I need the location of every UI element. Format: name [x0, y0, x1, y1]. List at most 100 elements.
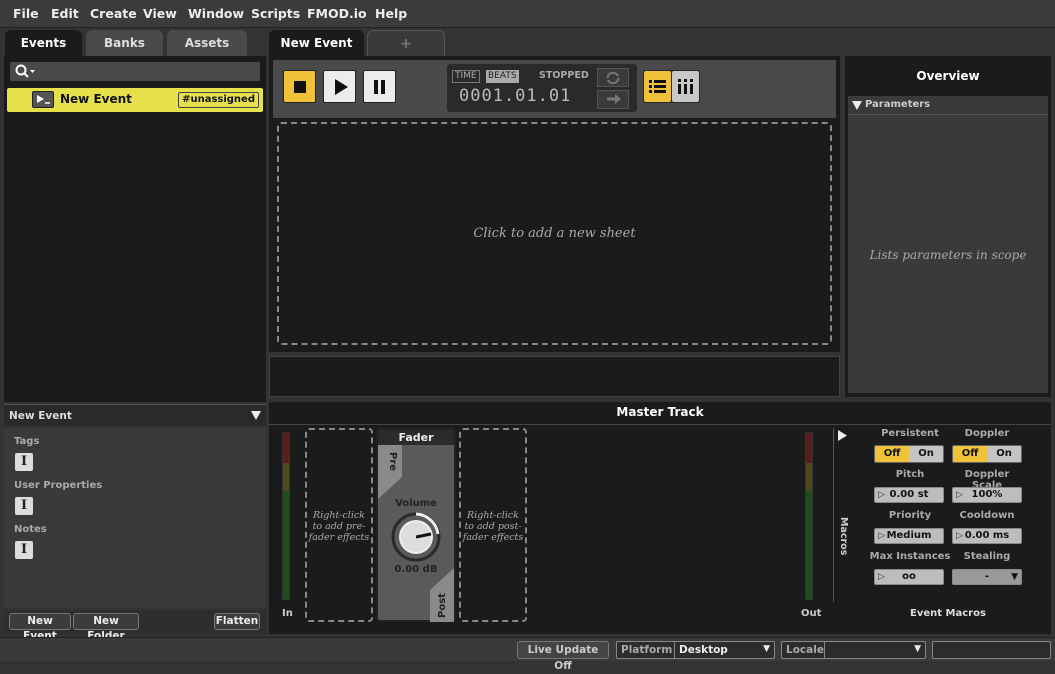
locale-label: Locale: [786, 644, 824, 656]
beats-mode-toggle[interactable]: BEATS: [486, 70, 519, 83]
tags-add-icon[interactable]: I: [15, 453, 33, 471]
menu-window[interactable]: Window: [188, 6, 244, 21]
event-tag-badge[interactable]: #unassigned: [178, 92, 259, 108]
out-label: Out: [801, 608, 822, 619]
pitch-value: 0.00 st: [889, 489, 929, 500]
browser-footer: New Event New Folder Flatten: [4, 610, 266, 642]
loop-icon: [606, 71, 620, 85]
max-instances-value: oo: [902, 571, 916, 582]
pitch-field[interactable]: ▷ 0.00 st: [874, 487, 944, 503]
master-track-title: Master Track: [616, 405, 704, 419]
tab-events[interactable]: Events: [5, 30, 82, 56]
list-view-button[interactable]: [644, 71, 671, 102]
menu-help[interactable]: Help: [375, 6, 407, 21]
properties-header[interactable]: New Event: [4, 404, 266, 426]
user-properties-label: User Properties: [14, 480, 103, 491]
view-toggle-group: [643, 70, 700, 103]
persistent-off[interactable]: Off: [875, 446, 909, 462]
platform-label: Platform: [621, 644, 673, 656]
grid-view-button[interactable]: [672, 71, 699, 102]
priority-field[interactable]: ▷ Medium: [874, 528, 944, 544]
doppler-on[interactable]: On: [987, 446, 1021, 462]
priority-value: Medium: [886, 530, 932, 541]
cooldown-field[interactable]: ▷ 0.00 ms: [952, 528, 1022, 544]
status-message-field: [932, 641, 1051, 659]
divider: [269, 424, 1051, 425]
event-macros-label: Event Macros: [910, 608, 986, 619]
event-editor: TIME BEATS STOPPED 0001.01.01 Click to a…: [269, 56, 840, 352]
transport-bar: TIME BEATS STOPPED 0001.01.01: [273, 60, 836, 118]
loop-button[interactable]: [597, 68, 629, 87]
doppler-toggle[interactable]: Off On: [952, 445, 1022, 463]
sheet-drop-area[interactable]: Click to add a new sheet: [277, 122, 832, 345]
max-instances-field[interactable]: ▷ oo: [874, 569, 944, 585]
menu-edit[interactable]: Edit: [51, 6, 79, 21]
platform-dropdown[interactable]: Platform Desktop ▼: [616, 641, 775, 659]
fader-title: Fader: [398, 431, 434, 444]
in-label: In: [282, 608, 293, 619]
post-fader-effects-slot[interactable]: Right-click to add post-fader effects: [459, 428, 527, 622]
overview-title: Overview: [916, 69, 980, 83]
stop-button[interactable]: [283, 70, 316, 103]
menu-create[interactable]: Create: [90, 6, 137, 21]
doppler-scale-field[interactable]: ▷ 100%: [952, 487, 1022, 503]
new-event-button[interactable]: New Event: [9, 613, 71, 642]
locale-dropdown[interactable]: Locale ▼: [781, 641, 926, 659]
transport-state: STOPPED: [539, 70, 589, 81]
menu-scripts[interactable]: Scripts: [251, 6, 300, 21]
pre-fader-effects-slot[interactable]: Right-click to add pre-fader effects: [305, 428, 373, 622]
stealing-value: -: [984, 571, 990, 582]
divider: [848, 114, 1048, 115]
parameter-strip: [269, 356, 840, 397]
macros-expand-icon[interactable]: [838, 430, 848, 441]
chevron-down-icon: ▼: [1011, 572, 1018, 582]
flatten-button[interactable]: Flatten: [214, 613, 260, 630]
timeline-position[interactable]: 0001.01.01: [459, 86, 571, 106]
new-tab-button[interactable]: +: [367, 30, 445, 56]
properties-panel: Tags I User Properties I Notes I: [4, 428, 266, 608]
follow-playback-button[interactable]: [597, 90, 629, 109]
fader-module[interactable]: Fader Pre Post Volume 0.00 dB: [376, 428, 456, 622]
event-list-item[interactable]: New Event #unassigned: [7, 88, 263, 112]
input-meter: [282, 432, 290, 600]
doppler-scale-value: 100%: [971, 489, 1003, 500]
live-update-button[interactable]: Live Update Off: [517, 641, 609, 672]
collapse-icon[interactable]: [251, 411, 261, 420]
tab-new-event[interactable]: New Event: [269, 30, 364, 56]
menu-bar: File Edit Create View Window Scripts FMO…: [0, 0, 1055, 28]
parameters-section: Parameters Lists parameters in scope: [848, 96, 1048, 393]
new-folder-button[interactable]: New Folder: [73, 613, 139, 642]
stealing-label: Stealing: [963, 551, 1011, 562]
fader-header: Fader: [378, 430, 454, 445]
time-mode-toggle[interactable]: TIME: [452, 70, 480, 83]
volume-value[interactable]: 0.00 dB: [378, 564, 454, 575]
platform-value: Desktop: [679, 644, 728, 656]
pause-button[interactable]: [363, 70, 396, 103]
persistent-toggle[interactable]: Off On: [874, 445, 944, 463]
menu-fmodio[interactable]: FMOD.io: [307, 6, 367, 21]
event-icon: [32, 91, 54, 108]
macros-label: Macros: [838, 517, 849, 556]
doppler-off[interactable]: Off: [953, 446, 987, 462]
pre-fader-hint: Right-click to add pre-fader effects: [308, 510, 370, 543]
stealing-dropdown[interactable]: - ▼: [952, 569, 1022, 585]
status-bar: Live Update Off Platform Desktop ▼ Local…: [0, 637, 1055, 672]
menu-file[interactable]: File: [13, 6, 39, 21]
post-fader-hint: Right-click to add post-fader effects: [462, 510, 524, 543]
chevron-down-icon: ▼: [763, 644, 770, 654]
pre-label: Pre: [387, 452, 398, 472]
master-track-panel: Master Track In Right-click to add pre-f…: [269, 402, 1051, 634]
search-icon: [15, 64, 35, 78]
user-properties-add-icon[interactable]: I: [15, 497, 33, 515]
tab-banks[interactable]: Banks: [86, 30, 163, 56]
play-button[interactable]: [323, 70, 356, 103]
persistent-on[interactable]: On: [909, 446, 943, 462]
stop-icon: [294, 81, 306, 93]
expand-icon[interactable]: [852, 101, 862, 110]
volume-knob[interactable]: [391, 512, 441, 562]
tab-assets[interactable]: Assets: [167, 30, 247, 56]
divider: [674, 642, 675, 658]
notes-add-icon[interactable]: I: [15, 541, 33, 559]
search-input[interactable]: [10, 62, 260, 81]
menu-view[interactable]: View: [143, 6, 177, 21]
